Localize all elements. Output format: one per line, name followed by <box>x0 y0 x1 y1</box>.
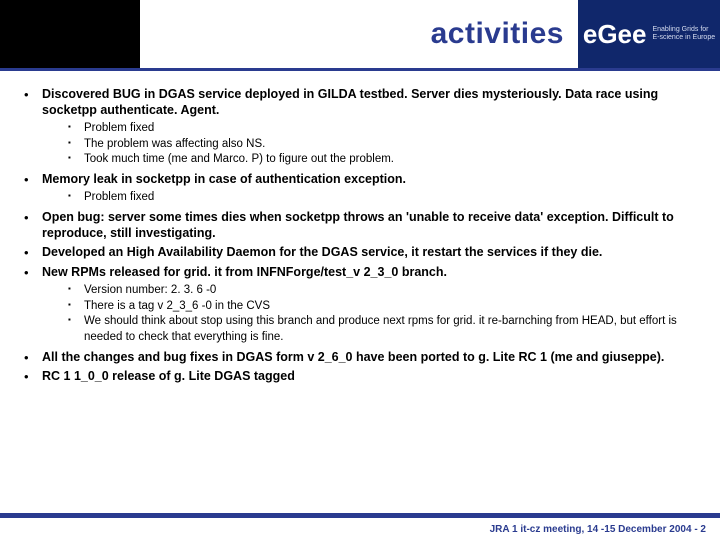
footer-text: JRA 1 it-cz meeting, 14 -15 December 200… <box>490 524 706 535</box>
logo-sub-line2: E-science in Europe <box>652 34 715 41</box>
list-item: RC 1 1_0_0 release of g. Lite DGAS tagge… <box>20 369 700 385</box>
list-item: Memory leak in socketpp in case of authe… <box>20 172 700 206</box>
bullet-list: Discovered BUG in DGAS service deployed … <box>20 87 700 385</box>
list-item-text: Memory leak in socketpp in case of authe… <box>42 172 700 188</box>
list-item-text: RC 1 1_0_0 release of g. Lite DGAS tagge… <box>42 369 700 385</box>
sub-list-item: The problem was affecting also NS. <box>66 137 700 153</box>
list-item-text: Developed an High Availability Daemon fo… <box>42 245 700 261</box>
sub-list: Version number: 2. 3. 6 -0There is a tag… <box>66 283 700 345</box>
slide-content: Discovered BUG in DGAS service deployed … <box>0 71 720 385</box>
slide-title: activities <box>431 17 564 51</box>
sub-list-item: We should think about stop using this br… <box>66 314 700 345</box>
header-title-area: activities <box>140 0 578 68</box>
list-item: Developed an High Availability Daemon fo… <box>20 245 700 261</box>
egee-logo-subtitle: Enabling Grids for E-science in Europe <box>652 26 715 42</box>
list-item: All the changes and bug fixes in DGAS fo… <box>20 350 700 366</box>
sub-list-item: Problem fixed <box>66 121 700 137</box>
list-item: New RPMs released for grid. it from INFN… <box>20 265 700 346</box>
sub-list-item: Took much time (me and Marco. P) to figu… <box>66 152 700 168</box>
list-item: Discovered BUG in DGAS service deployed … <box>20 87 700 168</box>
list-item-text: All the changes and bug fixes in DGAS fo… <box>42 350 700 366</box>
sub-list-item: Version number: 2. 3. 6 -0 <box>66 283 700 299</box>
list-item-text: New RPMs released for grid. it from INFN… <box>42 265 700 281</box>
egee-logo-text: eGee <box>583 19 647 50</box>
list-item-text: Discovered BUG in DGAS service deployed … <box>42 87 700 118</box>
logo-sub-line1: Enabling Grids for <box>652 26 708 33</box>
list-item: Open bug: server some times dies when so… <box>20 210 700 241</box>
footer-bar <box>0 513 720 518</box>
sub-list: Problem fixed <box>66 190 700 206</box>
sub-list-item: Problem fixed <box>66 190 700 206</box>
sub-list-item: There is a tag v 2_3_6 -0 in the CVS <box>66 299 700 315</box>
egee-logo: eGee Enabling Grids for E-science in Eur… <box>578 0 720 68</box>
slide-header: activities eGee Enabling Grids for E-sci… <box>0 0 720 68</box>
header-black-box <box>0 0 140 68</box>
sub-list: Problem fixedThe problem was affecting a… <box>66 121 700 168</box>
list-item-text: Open bug: server some times dies when so… <box>42 210 700 241</box>
